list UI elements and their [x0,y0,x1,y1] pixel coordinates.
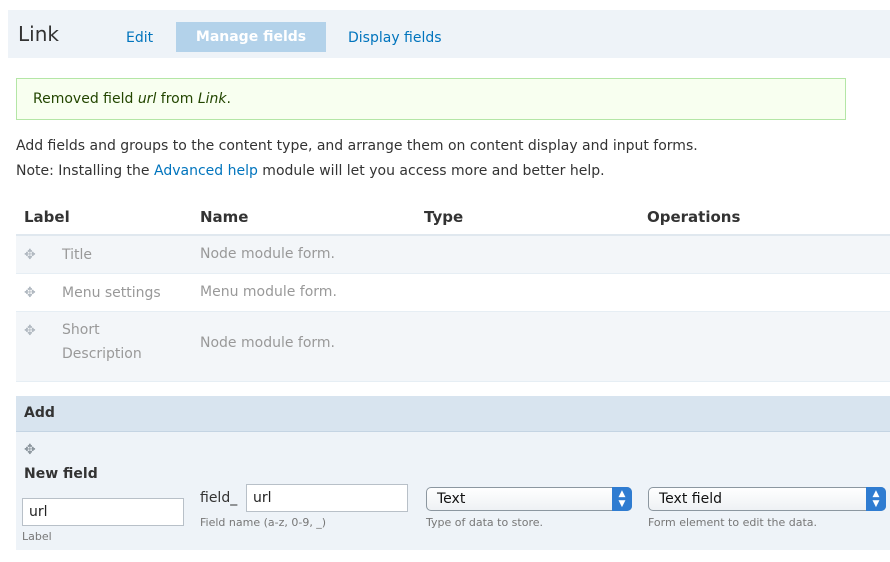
message-content-type: Link [197,91,227,107]
help-note-suffix: module will let you access more and bett… [257,163,605,179]
message-prefix: Removed field [33,91,138,107]
widget-caption: Form element to edit the data. [648,516,818,529]
row-label: Short Description [62,322,142,362]
field-type-selected: Text [437,491,466,507]
table-row: ✥ Menu settings Menu module form. [16,274,890,312]
move-cross-icon[interactable]: ✥ [24,286,38,300]
up-down-arrow-icon: ▲ ▼ [612,487,632,511]
message-middle: from [156,91,198,107]
advanced-help-link[interactable]: Advanced help [154,163,258,179]
move-cross-icon[interactable]: ✥ [24,442,36,458]
table-row: ✥ Short Description Node module form. [16,312,890,382]
field-name-caption: Field name (a-z, 0-9, _) [200,516,327,529]
add-section-heading: Add [16,396,890,432]
tab-manage-fields[interactable]: Manage fields [176,22,326,52]
help-note: Note: Installing the Advanced help modul… [16,163,605,179]
table-row: ✥ Title Node module form. [16,236,890,274]
row-label: Title [62,247,93,263]
field-type-select[interactable]: Text ▲ ▼ [426,487,632,511]
field-name-input[interactable] [246,484,408,512]
tab-display-fields[interactable]: Display fields [348,24,442,52]
status-message: Removed field url from Link. [16,78,846,120]
message-field-name: url [137,91,157,107]
message-suffix: . [226,91,231,107]
up-down-arrow-icon: ▲ ▼ [866,487,886,511]
widget-select[interactable]: Text field ▲ ▼ [648,487,886,511]
column-operations: Operations [647,208,741,226]
type-caption: Type of data to store. [426,516,543,529]
help-text: Add fields and groups to the content typ… [16,138,698,154]
widget-selected: Text field [659,491,722,507]
page-title: Link [18,22,59,46]
label-caption: Label [22,530,52,543]
column-label: Label [24,208,70,226]
row-name: Node module form. [200,246,335,262]
column-name: Name [200,208,249,226]
new-field-title: New field [24,466,98,482]
help-note-prefix: Note: Installing the [16,163,154,179]
row-label: Menu settings [62,285,161,301]
tab-edit[interactable]: Edit [126,24,153,52]
row-name: Node module form. [200,335,335,351]
move-cross-icon[interactable]: ✥ [24,324,38,338]
column-type: Type [424,208,464,226]
new-field-label-input[interactable] [22,498,184,526]
field-name-prefix: field_ [200,490,238,506]
row-name: Menu module form. [200,284,337,300]
move-cross-icon[interactable]: ✥ [24,248,38,262]
fields-table-header: Label Name Type Operations [16,200,890,236]
